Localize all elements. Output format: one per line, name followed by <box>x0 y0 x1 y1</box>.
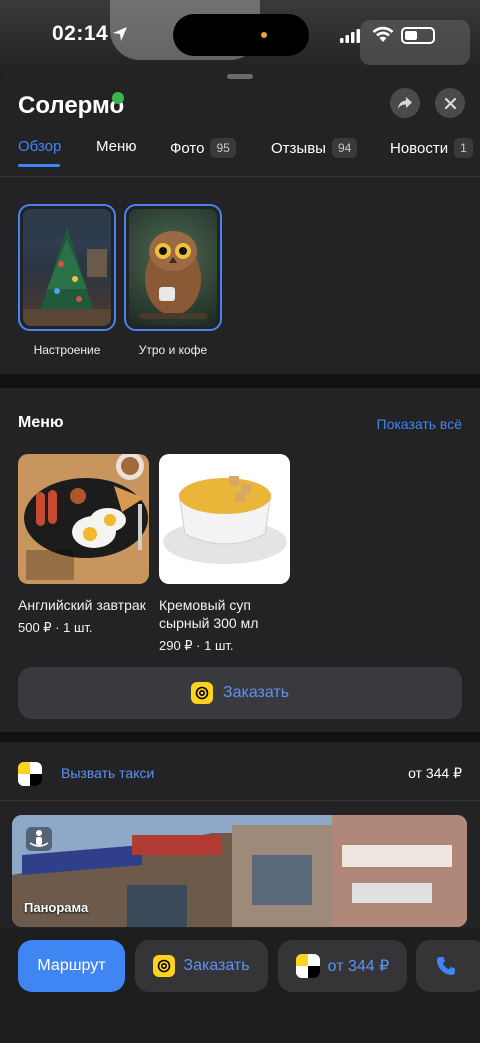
close-button[interactable] <box>435 88 465 118</box>
route-button[interactable]: Маршрут <box>18 940 125 992</box>
tab-count-badge: 94 <box>331 138 358 158</box>
dish-photo <box>18 454 149 584</box>
location-arrow-icon <box>113 27 127 41</box>
tab-photos[interactable]: Фото 95 <box>170 138 236 158</box>
dish-price: 290 ₽ · 1 шт. <box>159 638 234 653</box>
call-button[interactable] <box>416 940 480 992</box>
menu-dish-card[interactable]: Кремовый суп сырный 300 мл 290 ₽ · 1 шт. <box>159 454 290 654</box>
story-thumbnail <box>129 209 217 326</box>
yandex-taxi-icon <box>295 954 320 978</box>
taxi-bottom-button[interactable]: от 344 ₽ <box>278 940 407 992</box>
story-caption: Утро и кофе <box>138 343 208 357</box>
order-button-label: Заказать <box>222 684 290 701</box>
story-thumbnail <box>23 209 111 326</box>
tab-count-badge: 95 <box>210 138 236 158</box>
share-button[interactable] <box>390 88 420 118</box>
bottom-action-bar: Маршрут Заказать от 344 ₽ <box>0 928 480 1043</box>
place-title: Солермо <box>18 92 125 119</box>
close-icon <box>444 97 456 109</box>
owl-image <box>139 231 207 319</box>
tab-overview[interactable]: Обзор <box>18 138 61 155</box>
yandex-eats-icon <box>153 955 176 977</box>
share-arrow-icon <box>398 97 412 109</box>
menu-section-title: Меню <box>18 414 64 431</box>
show-all-link[interactable]: Показать всё <box>377 416 462 432</box>
tab-news[interactable]: Новости 1 <box>390 138 473 158</box>
call-taxi-link[interactable]: Вызвать такси <box>61 765 154 781</box>
story-item[interactable]: Настроение <box>18 204 116 357</box>
cheese-soup-image <box>159 454 290 584</box>
dish-photo <box>159 454 290 584</box>
status-bar: 02:14 <box>0 0 480 70</box>
battery-icon <box>401 27 435 44</box>
order-button[interactable]: Заказать <box>18 667 462 719</box>
verified-badge-icon <box>112 92 124 104</box>
dish-name: Кремовый суп сырный 300 мл <box>159 597 259 631</box>
taxi-row[interactable]: Вызвать такси от 344 ₽ <box>0 748 480 800</box>
christmas-tree-image <box>23 209 111 326</box>
sheet-grabber[interactable] <box>227 74 253 79</box>
tab-menu[interactable]: Меню <box>96 138 137 155</box>
dish-price: 500 ₽ · 1 шт. <box>18 620 93 635</box>
place-card-sheet: Солермо Обзор Меню Фото 95 Отзывы 94 Новос… <box>0 68 480 1043</box>
yandex-eats-icon <box>190 682 213 704</box>
taxi-price: от 344 ₽ <box>408 765 462 781</box>
tabs-bar: Обзор Меню Фото 95 Отзывы 94 Новости 1 <box>0 128 480 178</box>
dish-name: Английский завтрак <box>18 597 146 613</box>
english-breakfast-image <box>18 454 149 584</box>
story-caption: Настроение <box>33 343 101 357</box>
tab-count-badge: 1 <box>454 138 473 158</box>
tab-reviews[interactable]: Отзывы 94 <box>271 138 358 158</box>
panorama-person-icon <box>26 827 52 851</box>
order-bottom-button[interactable]: Заказать <box>135 940 268 992</box>
panorama-label: Панорама <box>24 900 89 915</box>
wifi-icon <box>372 26 394 42</box>
story-item[interactable]: Утро и кофе <box>124 204 222 357</box>
menu-dish-card[interactable]: Английский завтрак 500 ₽ · 1 шт. <box>18 454 149 636</box>
panorama-preview[interactable]: Панорама <box>12 815 467 927</box>
active-tab-indicator <box>18 164 60 167</box>
stories-row: Настроение Утро и кофе <box>18 204 222 357</box>
yandex-taxi-icon <box>18 762 42 786</box>
status-time: 02:14 <box>52 22 109 45</box>
dynamic-island <box>173 14 309 56</box>
phone-icon <box>437 957 455 975</box>
cellular-signal-icon <box>340 29 360 43</box>
